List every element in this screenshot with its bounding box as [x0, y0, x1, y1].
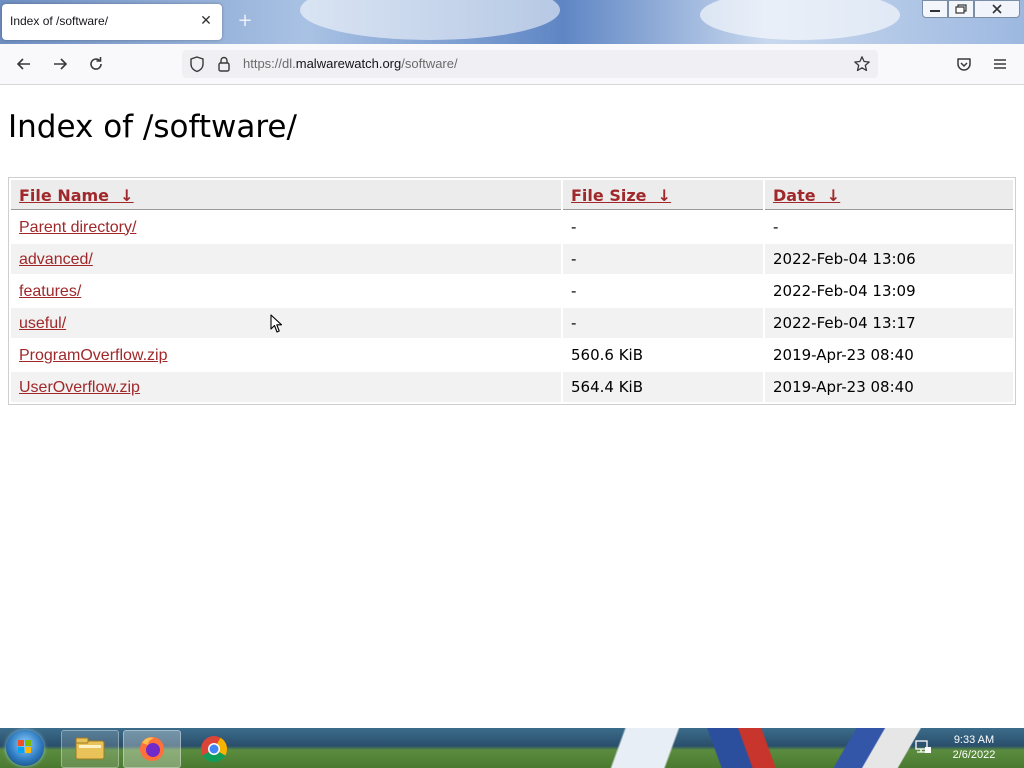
new-tab-icon[interactable]: + — [236, 12, 254, 30]
windows-taskbar: 9:33 AM 2/6/2022 — [0, 728, 1024, 768]
page-title: Index of /software/ — [8, 109, 297, 145]
sort-arrow-icon: ↓ — [120, 185, 134, 205]
system-clock[interactable]: 9:33 AM 2/6/2022 — [934, 733, 1014, 763]
table-row: Parent directory/ - - — [11, 212, 1013, 242]
table-row: useful/ - 2022-Feb-04 13:17 — [11, 308, 1013, 338]
pocket-button[interactable] — [954, 54, 974, 74]
table-header-row: File Name ↓ File Size ↓ Date ↓ — [11, 180, 1013, 210]
star-bookmark-icon[interactable] — [853, 55, 871, 73]
file-size-cell: - — [571, 218, 577, 236]
tab-title: Index of /software/ — [10, 14, 109, 28]
wallpaper-art — [690, 728, 830, 768]
start-button[interactable] — [6, 730, 44, 766]
mouse-cursor-icon — [270, 314, 283, 333]
file-name-cell: useful/ — [11, 308, 561, 338]
file-link[interactable]: useful/ — [19, 315, 66, 332]
back-button[interactable] — [14, 54, 34, 74]
page-content: Index of /software/ File Name ↓ File Siz… — [0, 85, 1024, 728]
firefox-icon — [140, 737, 164, 761]
sort-arrow-icon: ↓ — [657, 185, 672, 205]
file-link[interactable]: features/ — [19, 283, 81, 300]
browser-toolbar: https://dl.malwarewatch.org/software/ — [0, 44, 1024, 85]
file-link[interactable]: advanced/ — [19, 251, 93, 268]
file-size-cell: - — [563, 244, 763, 274]
minimize-icon — [930, 10, 940, 12]
file-size-cell: 564.4 KiB — [563, 372, 763, 402]
windows-logo-icon — [18, 740, 31, 753]
column-label: File Name — [19, 185, 110, 205]
column-header-file-name: File Name ↓ — [11, 180, 561, 210]
file-size-cell: - — [571, 282, 577, 300]
file-link[interactable]: ProgramOverflow.zip — [19, 347, 168, 364]
file-size-cell: 560.6 KiB — [571, 346, 644, 364]
file-name-cell: UserOverflow.zip — [11, 372, 561, 402]
address-bar[interactable]: https://dl.malwarewatch.org/software/ — [182, 50, 878, 78]
background-cloud — [700, 0, 900, 40]
file-explorer-icon — [75, 737, 105, 760]
file-name-cell: features/ — [11, 276, 561, 306]
taskbar-file-explorer[interactable] — [61, 730, 119, 768]
file-date-cell: - — [773, 218, 779, 236]
shield-icon[interactable] — [188, 55, 206, 73]
column-label: File Size — [571, 185, 647, 205]
lock-icon[interactable] — [216, 55, 232, 73]
restore-window-button[interactable] — [948, 0, 974, 18]
network-icon[interactable] — [914, 738, 932, 756]
file-link[interactable]: UserOverflow.zip — [19, 379, 140, 396]
file-date-cell: 2019-Apr-23 08:40 — [765, 372, 1013, 402]
hamburger-menu-icon — [994, 59, 1006, 69]
close-tab-icon[interactable]: ✕ — [198, 13, 214, 29]
close-window-button[interactable] — [974, 0, 1020, 18]
file-name-cell: advanced/ — [11, 244, 561, 274]
file-name-cell: Parent directory/ — [11, 212, 561, 242]
taskbar-firefox[interactable] — [123, 730, 181, 768]
reload-button[interactable] — [86, 54, 106, 74]
forward-arrow-icon — [54, 58, 68, 70]
close-window-icon — [992, 4, 1002, 14]
file-listing-table: File Name ↓ File Size ↓ Date ↓ Parent di… — [8, 177, 1016, 405]
taskbar-chrome[interactable] — [185, 730, 243, 768]
table-row: UserOverflow.zip 564.4 KiB 2019-Apr-23 0… — [11, 372, 1013, 402]
clock-date: 2/6/2022 — [952, 749, 996, 761]
restore-icon — [955, 4, 967, 14]
table-row: features/ - 2022-Feb-04 13:09 — [11, 276, 1013, 306]
browser-tab-bar: Index of /software/ ✕ + — [0, 0, 1024, 44]
url-text[interactable]: https://dl.malwarewatch.org/software/ — [243, 56, 458, 71]
column-header-file-size: File Size ↓ — [563, 180, 763, 210]
table-row: advanced/ - 2022-Feb-04 13:06 — [11, 244, 1013, 274]
forward-button[interactable] — [50, 54, 70, 74]
sort-arrow-icon: ↓ — [826, 185, 841, 205]
minimize-window-button[interactable] — [922, 0, 948, 18]
file-date-cell: 2022-Feb-04 13:09 — [773, 282, 916, 300]
reload-icon — [90, 57, 102, 70]
browser-tab-active[interactable]: Index of /software/ ✕ — [2, 4, 222, 40]
column-header-date: Date ↓ — [765, 180, 1013, 210]
file-date-cell: 2019-Apr-23 08:40 — [773, 346, 914, 364]
url-path: /software/ — [401, 56, 458, 71]
clock-time: 9:33 AM — [953, 734, 995, 746]
file-size-cell: - — [563, 308, 763, 338]
pocket-icon — [957, 58, 971, 71]
file-link[interactable]: Parent directory/ — [19, 219, 136, 236]
table-row: ProgramOverflow.zip 560.6 KiB 2019-Apr-2… — [11, 340, 1013, 370]
url-domain: malwarewatch.org — [295, 56, 402, 71]
chrome-icon — [201, 736, 228, 763]
url-prefix: https://dl. — [243, 56, 296, 71]
file-date-cell: 2022-Feb-04 13:17 — [765, 308, 1013, 338]
column-label: Date — [773, 185, 816, 205]
file-date-cell: 2022-Feb-04 13:06 — [765, 244, 1013, 274]
file-name-cell: ProgramOverflow.zip — [11, 340, 561, 370]
back-arrow-icon — [16, 58, 30, 70]
sort-date-link[interactable]: Date ↓ — [773, 186, 840, 205]
menu-button[interactable] — [990, 54, 1010, 74]
background-cloud — [300, 0, 560, 40]
sort-file-size-link[interactable]: File Size ↓ — [571, 186, 671, 205]
sort-file-name-link[interactable]: File Name ↓ — [19, 186, 134, 205]
